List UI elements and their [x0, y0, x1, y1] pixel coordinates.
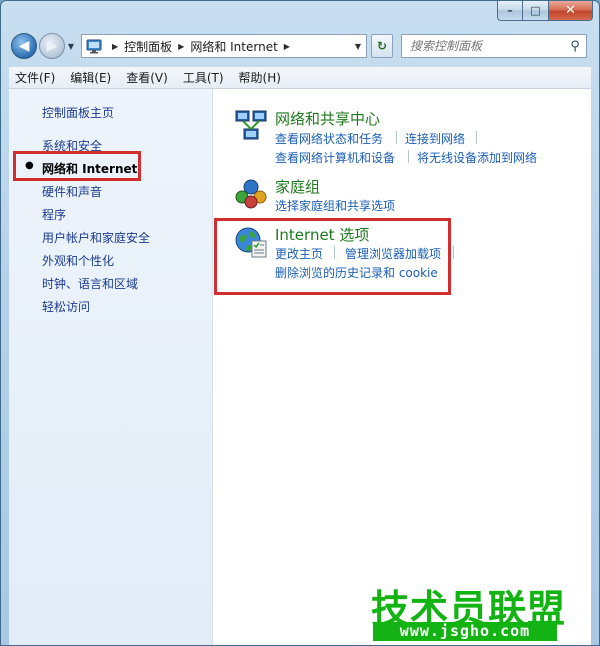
link-add-wireless-device[interactable]: 将无线设备添加到网络	[417, 149, 537, 166]
link-view-network-computers[interactable]: 查看网络计算机和设备	[275, 149, 395, 166]
control-panel-window: – □ ✕ ◀ ▶ ▼ ▶ 控制面板 ▶ 网络和 Internet ▶ ▼ ↻ …	[0, 0, 600, 646]
breadcrumb-separator-icon: ▶	[178, 41, 185, 51]
menu-help[interactable]: 帮助(H)	[239, 69, 281, 86]
sidebar-item-appearance[interactable]: 外观和个性化	[42, 252, 114, 269]
main-panel: 网络和共享中心 查看网络状态和任务 连接到网络 查看网络计算机和设备 将无线设备…	[214, 89, 591, 645]
sidebar-item-programs[interactable]: 程序	[42, 206, 66, 223]
network-sharing-icon	[235, 110, 267, 140]
menu-view[interactable]: 查看(V)	[126, 69, 168, 86]
search-icon[interactable]: ⚲	[564, 39, 586, 54]
breadcrumb-network-internet[interactable]: 网络和 Internet	[190, 38, 277, 55]
close-button[interactable]: ✕	[549, 1, 593, 21]
address-dropdown-icon[interactable]: ▼	[350, 42, 366, 51]
link-homegroup-options[interactable]: 选择家庭组和共享选项	[275, 197, 395, 214]
refresh-button[interactable]: ↻	[371, 34, 393, 58]
category-title-homegroup[interactable]: 家庭组	[275, 176, 320, 197]
watermark-url: www.jsgho.com	[373, 622, 557, 641]
breadcrumb-separator-icon: ▶	[112, 41, 119, 51]
menu-bar: 文件(F) 编辑(E) 查看(V) 工具(T) 帮助(H)	[9, 67, 591, 89]
category-title-network-sharing[interactable]: 网络和共享中心	[275, 108, 380, 129]
link-connect-network[interactable]: 连接到网络	[405, 130, 465, 147]
sidebar: 控制面板主页 系统和安全 ● 网络和 Internet 硬件和声音 程序 用户帐…	[9, 89, 213, 645]
breadcrumb-separator-icon: ▶	[283, 41, 290, 51]
link-separator	[453, 246, 454, 259]
menu-file[interactable]: 文件(F)	[15, 69, 55, 86]
link-separator	[396, 131, 397, 144]
refresh-icon: ↻	[376, 39, 388, 53]
search-box[interactable]: ⚲	[401, 34, 587, 58]
search-input[interactable]	[410, 39, 564, 53]
menu-edit[interactable]: 编辑(E)	[70, 69, 111, 86]
link-separator	[408, 150, 409, 163]
arrow-right-icon: ▶	[46, 38, 58, 54]
sidebar-item-hardware-sound[interactable]: 硬件和声音	[42, 183, 102, 200]
homegroup-icon	[235, 179, 267, 209]
title-bar-buttons: – □ ✕	[497, 1, 593, 21]
arrow-left-icon: ◀	[18, 38, 30, 54]
sidebar-item-user-accounts[interactable]: 用户帐户和家庭安全	[42, 229, 150, 246]
content-area: 控制面板主页 系统和安全 ● 网络和 Internet 硬件和声音 程序 用户帐…	[9, 89, 591, 645]
forward-button[interactable]: ▶	[39, 33, 65, 59]
link-view-network-status[interactable]: 查看网络状态和任务	[275, 130, 383, 147]
sidebar-item-ease-of-access[interactable]: 轻松访问	[42, 298, 90, 315]
sidebar-item-clock-language[interactable]: 时钟、语言和区域	[42, 275, 138, 292]
chevron-down-icon: ▼	[67, 41, 75, 51]
breadcrumb-control-panel[interactable]: 控制面板	[124, 38, 172, 55]
link-separator	[476, 131, 477, 144]
highlight-box-internet-options	[214, 218, 451, 295]
minimize-button[interactable]: –	[497, 1, 523, 21]
address-bar[interactable]: ▶ 控制面板 ▶ 网络和 Internet ▶ ▼	[81, 34, 367, 58]
maximize-button[interactable]: □	[523, 1, 549, 21]
menu-tools[interactable]: 工具(T)	[183, 69, 224, 86]
control-panel-icon	[86, 39, 102, 54]
sidebar-home-link[interactable]: 控制面板主页	[42, 104, 114, 121]
back-button[interactable]: ◀	[11, 33, 37, 59]
navigation-row: ◀ ▶ ▼ ▶ 控制面板 ▶ 网络和 Internet ▶ ▼ ↻ ⚲	[11, 31, 591, 61]
highlight-box-sidebar	[13, 151, 141, 181]
recent-pages-dropdown[interactable]: ▼	[65, 42, 77, 51]
